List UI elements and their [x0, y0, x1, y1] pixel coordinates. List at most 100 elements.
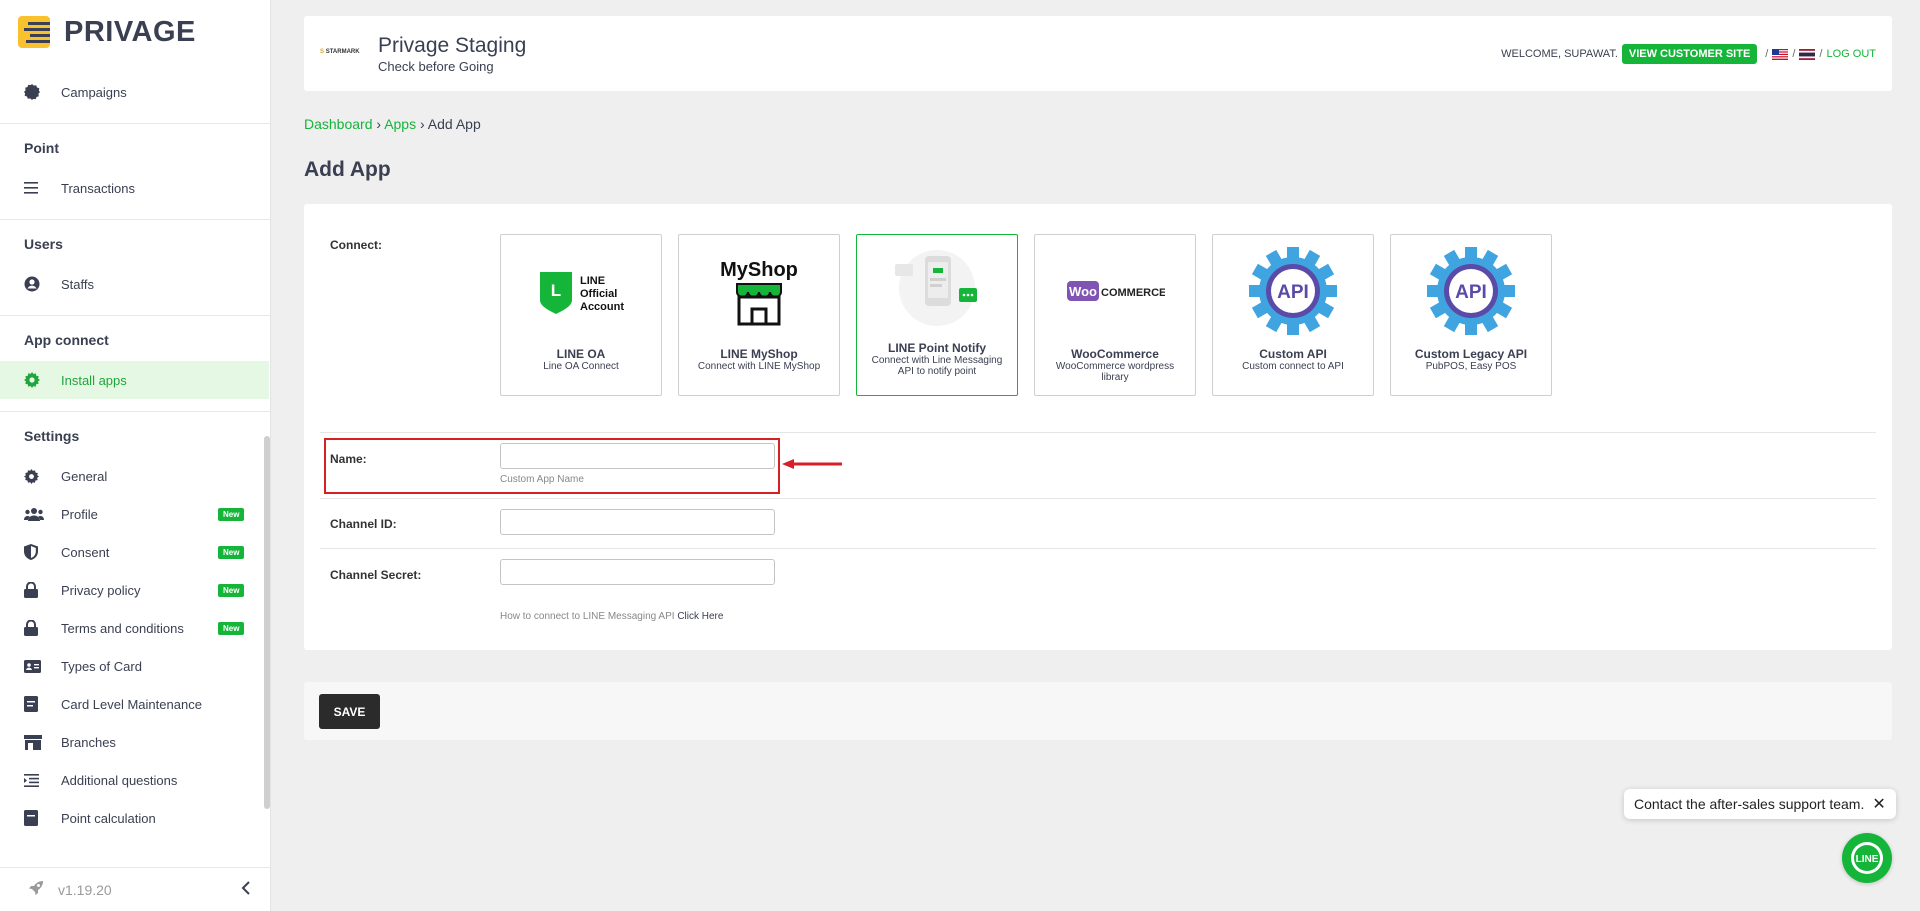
sidebar-scroll[interactable]: Campaigns Point Transactions Users Staff… — [0, 64, 270, 867]
myshop-logo-icon: MyShop — [719, 235, 799, 347]
collapse-sidebar-icon[interactable] — [241, 880, 251, 899]
sidebar-scrollbar[interactable] — [264, 436, 270, 809]
id-card-icon — [24, 659, 46, 673]
sidebar-item-privacy-policy[interactable]: Privacy policy New — [0, 571, 270, 609]
click-here-link[interactable]: Click Here — [677, 611, 723, 622]
group-title-point: Point — [24, 140, 59, 156]
sidebar-item-terms[interactable]: Terms and conditions New — [0, 609, 270, 647]
channel-secret-input[interactable] — [500, 559, 775, 585]
line-oa-logo-icon: L LINE Official Account — [538, 235, 624, 347]
breadcrumb-current: Add App — [427, 116, 481, 132]
us-flag-icon[interactable] — [1772, 48, 1789, 60]
divider — [320, 548, 1876, 549]
breadcrumb-dashboard[interactable]: Dashboard — [304, 116, 373, 132]
svg-text:Official: Official — [580, 288, 617, 300]
store-name: Privage Staging — [378, 34, 527, 57]
lock-icon — [24, 620, 46, 636]
app-tile-woocommerce[interactable]: Woo COMMERCE WooCommerce WooCommerce wor… — [1034, 234, 1196, 396]
breadcrumb-sep: › — [420, 116, 425, 132]
red-arrow-icon — [782, 459, 842, 469]
sidebar-item-label: Consent — [61, 544, 110, 560]
app-tile-line-oa[interactable]: L LINE Official Account LINE OA Line OA … — [500, 234, 662, 396]
brand[interactable]: PRIVAGE — [0, 0, 270, 64]
save-button[interactable]: SAVE — [319, 694, 380, 729]
close-icon[interactable]: ✕ — [1872, 794, 1885, 814]
sidebar-item-campaigns[interactable]: Campaigns — [0, 73, 270, 111]
sidebar-item-label: Privacy policy — [61, 582, 141, 598]
gear-icon — [24, 468, 46, 484]
store-logo: S STARMARK — [320, 49, 360, 55]
sidebar-item-general[interactable]: General — [0, 457, 270, 495]
gear-icon — [24, 372, 46, 388]
sidebar-item-card-level[interactable]: Card Level Maintenance — [0, 685, 270, 723]
channel-id-label: Channel ID: — [330, 517, 397, 531]
app-tile-custom-legacy-api[interactable]: API Custom Legacy API PubPOS, Easy POS — [1390, 234, 1552, 396]
sidebar-item-additional-questions[interactable]: Additional questions — [0, 761, 270, 799]
sidebar-item-transactions[interactable]: Transactions — [0, 169, 270, 207]
sidebar-item-label: General — [61, 468, 108, 484]
document-icon — [24, 810, 46, 826]
channel-id-input[interactable] — [500, 509, 775, 535]
new-badge: New — [218, 508, 245, 521]
store-subtitle: Check before Going — [378, 59, 494, 74]
brand-name: PRIVAGE — [64, 15, 196, 48]
page-title: Add App — [304, 158, 391, 181]
name-input[interactable] — [500, 443, 775, 469]
sidebar-item-staffs[interactable]: Staffs — [0, 265, 270, 303]
sidebar-item-label: Campaigns — [61, 84, 127, 100]
separator: / — [1792, 48, 1796, 60]
breadcrumb-apps[interactable]: Apps — [384, 116, 416, 132]
new-badge: New — [218, 546, 245, 559]
breadcrumb: Dashboard › Apps › Add App — [304, 116, 481, 132]
sidebar-item-consent[interactable]: Consent New — [0, 533, 270, 571]
sidebar-item-point-calculation[interactable]: Point calculation — [0, 799, 270, 837]
sidebar-item-label: Profile — [61, 506, 98, 522]
group-title-users: Users — [24, 236, 63, 252]
welcome-text: WELCOME, SUPAWAT. — [1501, 48, 1618, 60]
sidebar-item-profile[interactable]: Profile New — [0, 495, 270, 533]
thai-flag-icon[interactable] — [1799, 48, 1816, 60]
divider — [320, 498, 1876, 499]
sidebar-footer: v1.19.20 — [0, 867, 270, 911]
svg-text:LINE: LINE — [1856, 854, 1879, 865]
group-title-settings: Settings — [24, 428, 80, 444]
app-tile-line-myshop[interactable]: MyShop LINE MyShop Connect with LINE MyS… — [678, 234, 840, 396]
sidebar-item-label: Terms and conditions — [61, 620, 184, 636]
sidebar-item-install-apps[interactable]: Install apps — [0, 361, 269, 399]
svg-text:COMMERCE: COMMERCE — [1101, 287, 1165, 299]
api-gear-icon: API — [1426, 235, 1516, 347]
app-tile-title: Custom API — [1259, 347, 1327, 361]
separator: / — [1819, 48, 1823, 60]
name-help-text: Custom App Name — [500, 474, 584, 485]
rocket-icon — [28, 880, 44, 899]
app-tile-title: WooCommerce — [1071, 347, 1159, 361]
new-badge: New — [218, 622, 245, 635]
line-chat-button[interactable]: LINE — [1842, 833, 1892, 883]
svg-text:LINE: LINE — [580, 275, 605, 287]
list-indent-icon — [24, 773, 46, 787]
sidebar-item-label: Card Level Maintenance — [61, 696, 202, 712]
list-icon — [24, 182, 46, 194]
header-actions: WELCOME, SUPAWAT. VIEW CUSTOMER SITE / /… — [1501, 44, 1876, 64]
app-tile-title: LINE OA — [556, 347, 606, 361]
logout-link[interactable]: LOG OUT — [1826, 48, 1876, 60]
app-tile-desc: Connect with Line Messaging API to notif… — [871, 355, 1003, 377]
app-tile-line-point-notify[interactable]: LINE Point Notify Connect with Line Mess… — [856, 234, 1018, 396]
howto-text: How to connect to LINE Messaging API Cli… — [500, 611, 724, 622]
new-badge: New — [218, 584, 245, 597]
support-text: Contact the after-sales support team. — [1634, 796, 1865, 812]
support-tooltip: Contact the after-sales support team. ✕ — [1624, 789, 1896, 819]
view-customer-site-button[interactable]: VIEW CUSTOMER SITE — [1621, 44, 1758, 64]
sidebar-item-branches[interactable]: Branches — [0, 723, 270, 761]
svg-text:L: L — [551, 281, 561, 300]
app-tile-title: LINE MyShop — [720, 347, 798, 361]
app-tile-desc: WooCommerce wordpress library — [1055, 361, 1175, 383]
svg-text:Account: Account — [580, 301, 624, 313]
sidebar: PRIVAGE Campaigns Point Transactions Use… — [0, 0, 271, 911]
badge-icon — [24, 84, 46, 100]
app-tile-custom-api[interactable]: API Custom API Custom connect to API — [1212, 234, 1374, 396]
separator: / — [1765, 48, 1769, 60]
sidebar-item-types-of-card[interactable]: Types of Card — [0, 647, 270, 685]
app-tile-desc: Custom connect to API — [1242, 361, 1344, 372]
sidebar-item-label: Point calculation — [61, 810, 156, 826]
